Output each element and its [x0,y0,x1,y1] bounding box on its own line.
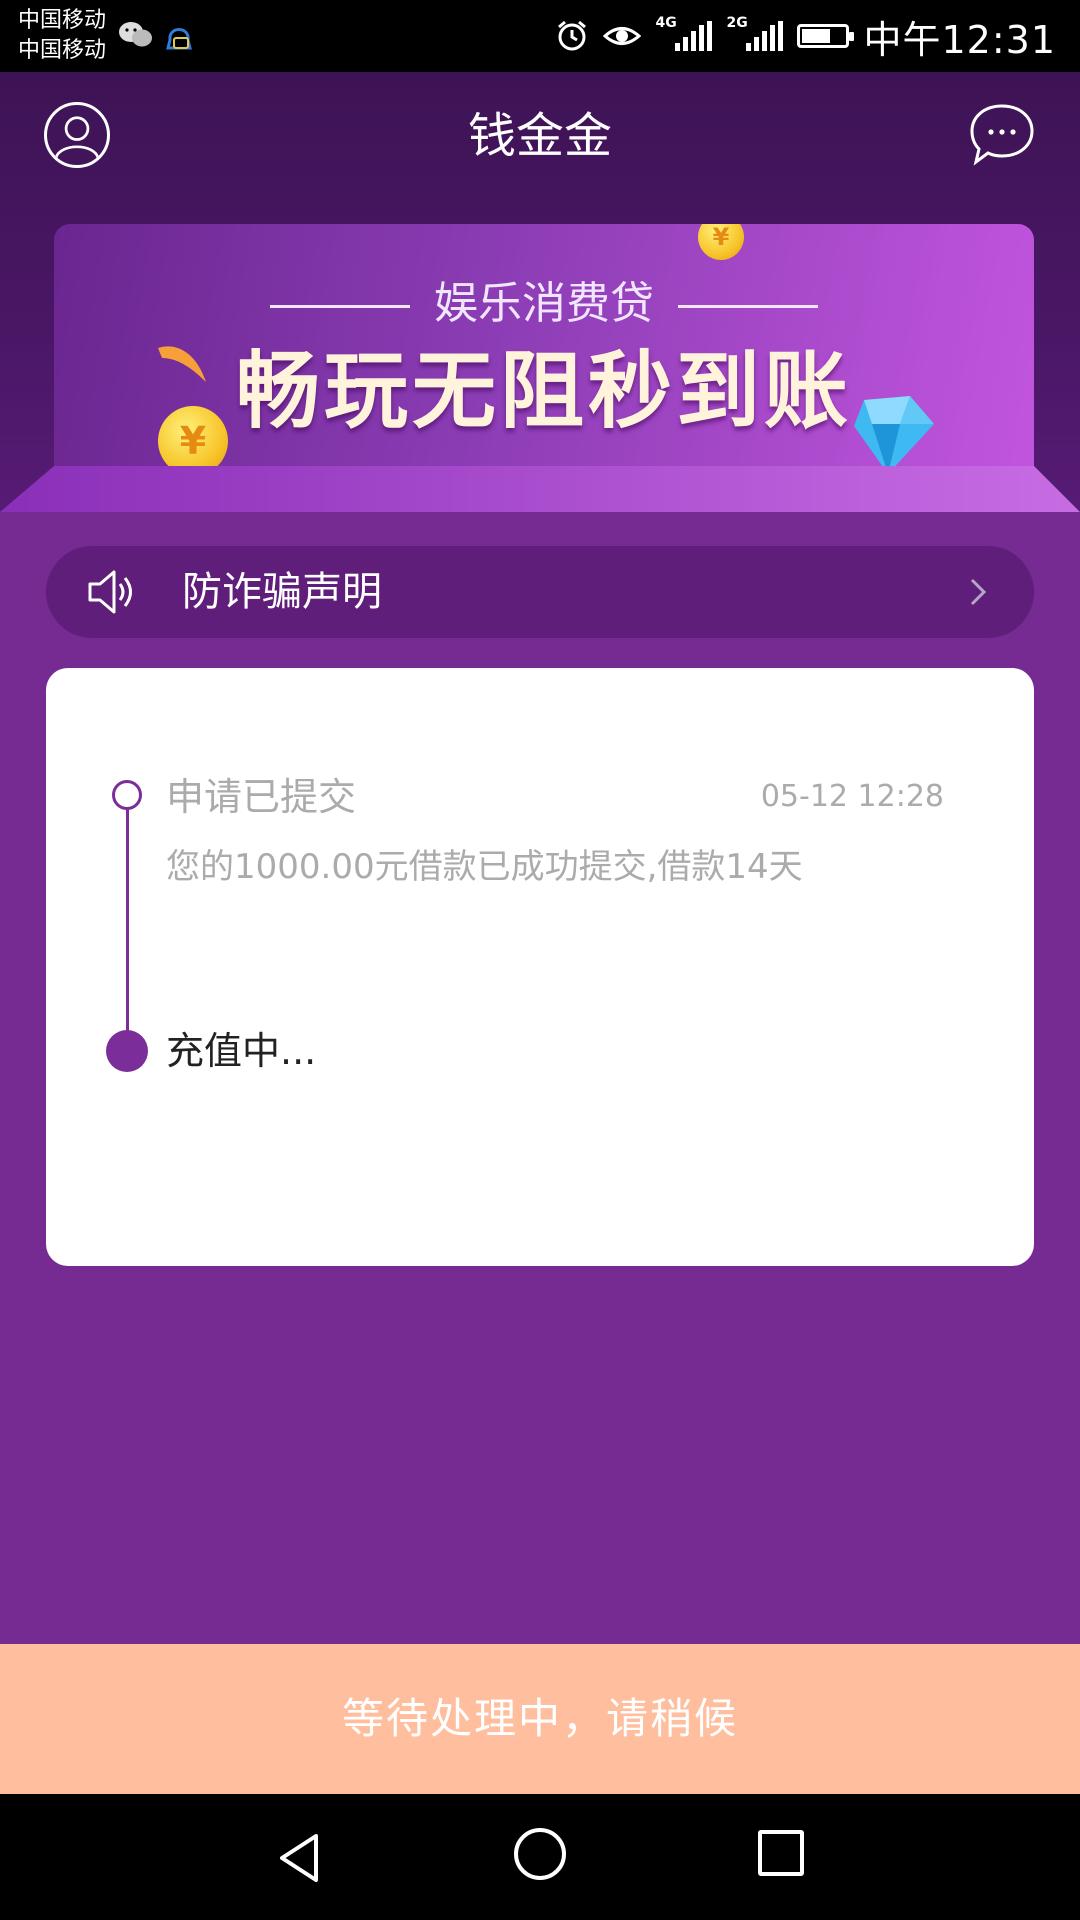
network-type-2: 2G [726,15,748,31]
banner-platform [0,466,1080,512]
notification-icons [118,20,194,54]
anti-fraud-notice[interactable]: 防诈骗声明 [46,546,1034,638]
carrier-1: 中国移动 [18,8,107,33]
carrier-labels: 中国移动 中国移动 [18,6,106,66]
signal-icon-2: 2G [726,15,784,51]
back-icon[interactable] [272,1828,332,1888]
step-timestamp: 05-12 12:28 [760,779,944,814]
waiting-button[interactable]: 等待处理中，请稍候 [0,1644,1080,1794]
status-right: 4G 2G 中午12:31 [555,14,1056,62]
notice-label: 防诈骗声明 [182,569,382,615]
navigation-bar [0,1794,1080,1920]
coin-icon-large: ¥ [158,406,228,476]
step-description: 您的1000.00元借款已成功提交,借款14天 [166,847,803,887]
recent-apps-icon[interactable] [758,1830,804,1876]
timeline-dot-done [112,780,142,810]
banner-subtitle: 娱乐消费贷 [54,276,1034,332]
message-icon[interactable] [968,102,1036,168]
carrier-2: 中国移动 [18,38,107,63]
alarm-icon [558,20,587,51]
wechat-icon [119,22,152,47]
status-bar: 中国移动 中国移动 4G 2G 中午12:31 [0,0,1080,72]
current-step-title: 充值中... [166,1029,317,1073]
loan-progress-card: 申请已提交 05-12 12:28 您的1000.00元借款已成功提交,借款14… [46,668,1034,1266]
signal-icon-1: 4G [655,15,713,51]
coin-icon: ¥ [698,224,744,260]
timeline-line [126,792,129,1042]
speaker-icon [88,570,132,614]
home-icon[interactable] [514,1828,566,1880]
battery-icon [797,24,855,48]
clock: 中午12:31 [863,17,1056,62]
eye-icon [603,27,642,45]
chevron-right-icon [970,578,987,606]
step-title: 申请已提交 [166,775,357,819]
promo-banner[interactable]: 娱乐消费贷 畅玩无阻秒到账 ¥ ¥ [54,224,1034,484]
diamond-icon [854,396,934,474]
qq-icon [166,28,192,50]
network-type-1: 4G [655,15,677,31]
timeline-dot-current [106,1030,148,1072]
orange-shard-icon [158,346,206,382]
page-title: 钱金金 [467,108,612,164]
